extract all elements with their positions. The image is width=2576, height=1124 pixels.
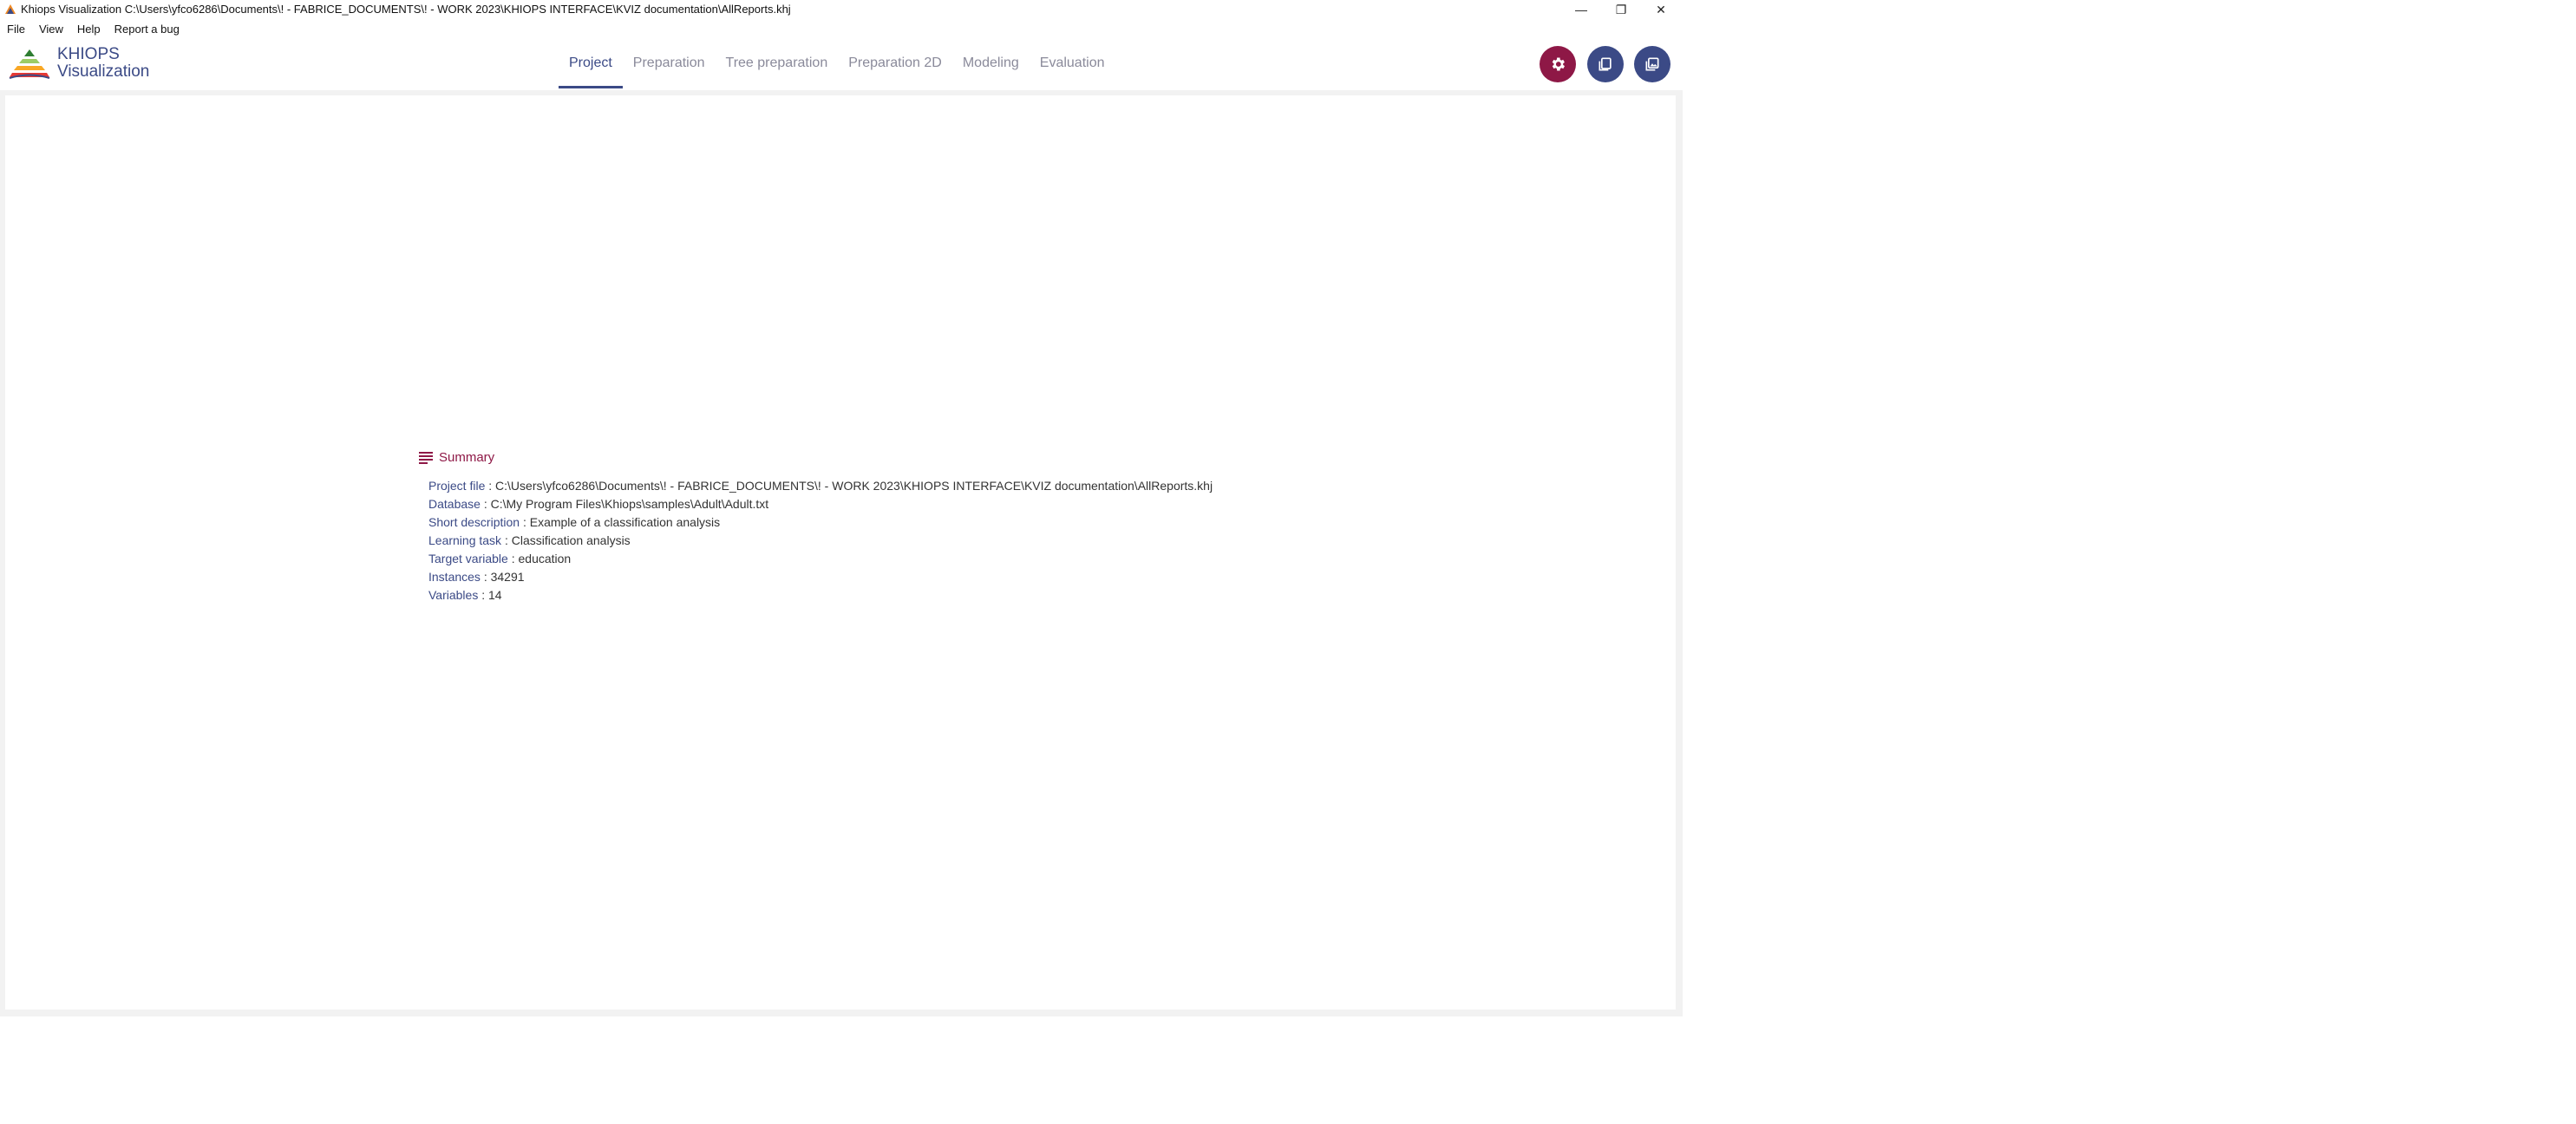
- summary-value: C:\My Program Files\Khiops\samples\Adult…: [490, 497, 769, 511]
- tab-evaluation[interactable]: Evaluation: [1030, 38, 1115, 88]
- settings-button[interactable]: [1540, 46, 1576, 82]
- khiops-logo: KHIOPS Visualization: [9, 43, 149, 83]
- menu-help[interactable]: Help: [70, 23, 108, 36]
- tab-modeling-label: Modeling: [962, 56, 1019, 70]
- tab-preparation[interactable]: Preparation: [623, 38, 716, 88]
- summary-key: Target variable: [428, 552, 508, 565]
- menu-bar: File View Help Report a bug: [0, 19, 2576, 38]
- summary-key: Instances: [428, 570, 481, 584]
- open-file-button[interactable]: [1587, 46, 1624, 82]
- khiops-pyramid-icon: [9, 49, 50, 79]
- summary-separator: :: [520, 515, 530, 529]
- gear-icon: [1552, 57, 1565, 71]
- app-logo-icon: [5, 4, 16, 14]
- summary-separator: :: [485, 479, 496, 493]
- summary-row-target-variable: Target variable : education: [428, 550, 1268, 568]
- summary-title: Summary: [439, 449, 495, 465]
- tab-project[interactable]: Project: [559, 38, 623, 88]
- window-title: Khiops Visualization C:\Users\yfco6286\D…: [21, 3, 791, 16]
- tab-preparation-2d-label: Preparation 2D: [848, 56, 942, 70]
- summary-separator: :: [478, 588, 488, 602]
- summary-key: Database: [428, 497, 481, 511]
- list-lines-icon: [419, 452, 433, 464]
- summary-separator: :: [480, 497, 491, 511]
- summary-value: education: [518, 552, 572, 565]
- main-tabs: Project Preparation Tree preparation Pre…: [559, 38, 1115, 88]
- summary-value: C:\Users\yfco6286\Documents\! - FABRICE_…: [495, 479, 1213, 493]
- summary-row-instances: Instances : 34291: [428, 568, 1268, 586]
- restore-button[interactable]: ❐: [1601, 0, 1641, 19]
- summary-key: Short description: [428, 515, 520, 529]
- tab-project-label: Project: [569, 56, 612, 70]
- summary-key: Project file: [428, 479, 486, 493]
- logo-line1: KHIOPS: [57, 45, 120, 63]
- logo-line2: Visualization: [57, 62, 150, 81]
- restore-icon: ❐: [1615, 2, 1627, 16]
- summary-value: Example of a classification analysis: [529, 515, 721, 529]
- tab-evaluation-label: Evaluation: [1039, 56, 1105, 70]
- menu-file[interactable]: File: [0, 23, 32, 36]
- minimize-button[interactable]: —: [1561, 0, 1601, 19]
- summary-row-database: Database : C:\My Program Files\Khiops\sa…: [428, 495, 1268, 513]
- app-header: KHIOPS Visualization Project Preparation…: [0, 38, 1683, 88]
- tab-preparation-label: Preparation: [632, 56, 705, 70]
- summary-header: Summary: [418, 448, 1268, 467]
- open-file-icon: [1599, 57, 1612, 71]
- content-area: Summary Project file : C:\Users\yfco6286…: [0, 90, 1683, 1016]
- summary-separator: :: [480, 570, 491, 584]
- window-titlebar: Khiops Visualization C:\Users\yfco6286\D…: [0, 0, 2576, 19]
- tab-modeling[interactable]: Modeling: [952, 38, 1030, 88]
- summary-section: Summary Project file : C:\Users\yfco6286…: [418, 448, 1268, 604]
- summary-list: Project file : C:\Users\yfco6286\Documen…: [418, 477, 1268, 604]
- summary-value: 34291: [490, 570, 525, 584]
- summary-row-learning-task: Learning task : Classification analysis: [428, 532, 1268, 550]
- close-window-button[interactable]: ✕: [1641, 0, 1681, 19]
- menu-report-bug[interactable]: Report a bug: [108, 23, 186, 36]
- summary-row-short-description: Short description : Example of a classif…: [428, 513, 1268, 532]
- summary-separator: :: [507, 552, 519, 565]
- summary-key: Variables: [428, 588, 479, 602]
- summary-row-variables: Variables : 14: [428, 586, 1268, 604]
- summary-separator: :: [501, 533, 512, 547]
- summary-key: Learning task: [428, 533, 502, 547]
- menu-view[interactable]: View: [32, 23, 70, 36]
- minimize-icon: —: [1575, 3, 1587, 16]
- summary-value: 14: [488, 588, 502, 602]
- image-snapshot-icon: [1645, 57, 1659, 71]
- tab-preparation-2d[interactable]: Preparation 2D: [838, 38, 952, 88]
- snapshot-button[interactable]: [1634, 46, 1670, 82]
- tab-tree-preparation-label: Tree preparation: [725, 56, 828, 70]
- summary-value: Classification analysis: [511, 533, 631, 547]
- summary-row-project-file: Project file : C:\Users\yfco6286\Documen…: [428, 477, 1261, 495]
- project-panel: Summary Project file : C:\Users\yfco6286…: [5, 95, 1676, 1010]
- tab-tree-preparation[interactable]: Tree preparation: [716, 38, 839, 88]
- close-icon: ✕: [1656, 2, 1666, 16]
